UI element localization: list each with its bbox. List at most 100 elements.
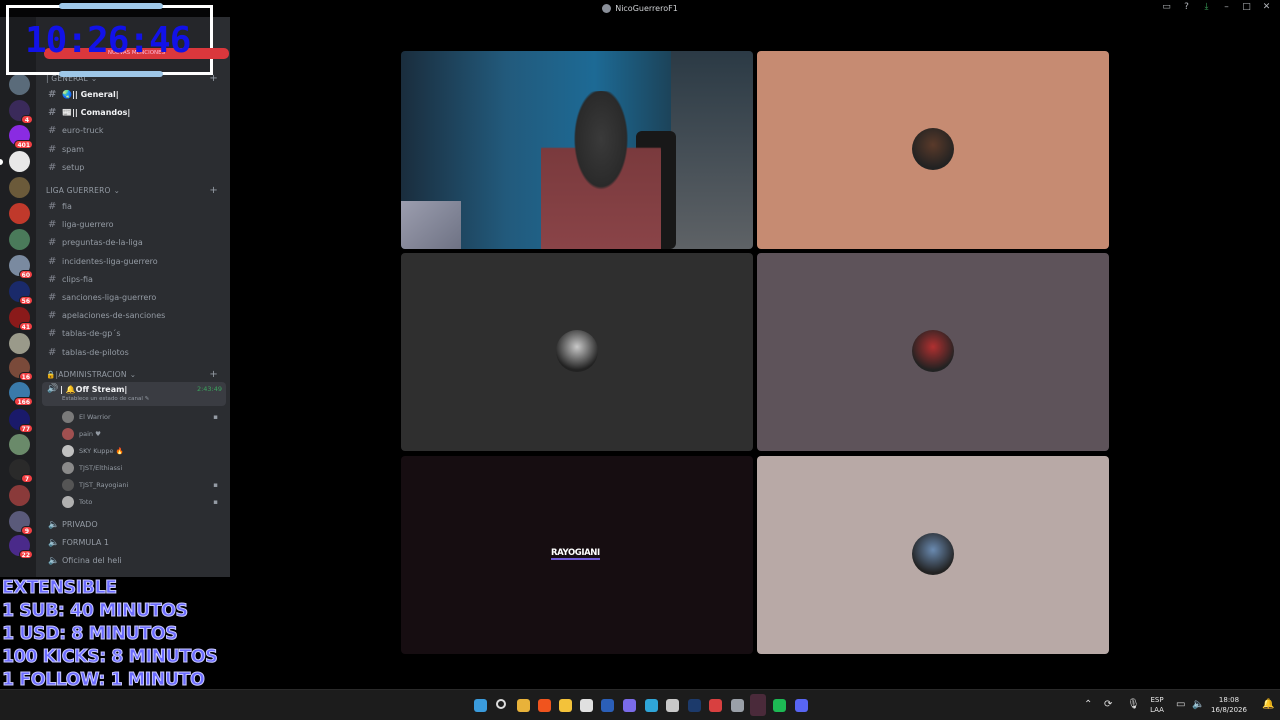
participant-avatar: [912, 330, 954, 372]
file-explorer-icon[interactable]: [559, 699, 572, 712]
voice-status-text: Establece un estado de canal: [62, 396, 143, 402]
category-admin[interactable]: 🔒 |ADMINISTRACION ⌄ +: [46, 369, 222, 380]
locked-speaker-icon: 🔈: [48, 537, 60, 548]
channel-name: sanciones-liga-guerrero: [62, 293, 157, 302]
participant-tile[interactable]: [757, 51, 1109, 249]
server-icon[interactable]: 4: [9, 100, 33, 124]
minimize-icon[interactable]: –: [1221, 2, 1232, 12]
voice-user[interactable]: SKY Kuppe 🔥: [62, 443, 222, 459]
server-icon[interactable]: 77: [9, 409, 33, 433]
voice-user[interactable]: Toto ▪: [62, 494, 222, 510]
mention-badge: 4: [21, 115, 33, 124]
edge-icon[interactable]: [645, 699, 658, 712]
copilot-icon[interactable]: [623, 699, 636, 712]
app-icon[interactable]: [580, 699, 593, 712]
text-channel[interactable]: # fia: [42, 198, 224, 215]
server-icon[interactable]: 7: [9, 459, 33, 483]
text-channel[interactable]: # sanciones-liga-guerrero: [42, 289, 224, 306]
discord-icon[interactable]: [795, 699, 808, 712]
inbox-icon[interactable]: ▭: [1161, 2, 1172, 12]
spotify-icon[interactable]: [773, 699, 786, 712]
add-channel-icon[interactable]: +: [209, 369, 218, 380]
server-icon[interactable]: 60: [9, 255, 33, 279]
participant-tile[interactable]: RAYOGIANI: [401, 456, 753, 654]
text-channel[interactable]: # apelaciones-de-sanciones: [42, 307, 224, 324]
text-channel[interactable]: # euro-truck: [42, 122, 224, 139]
text-channel[interactable]: # preguntas-de-la-liga: [42, 234, 224, 251]
help-icon[interactable]: ?: [1181, 2, 1192, 12]
clock-text: 10:26:46: [25, 20, 191, 61]
text-channel[interactable]: # tablas-de-gp´s: [42, 325, 224, 342]
text-channel[interactable]: # 🌏|| General|: [42, 86, 224, 103]
brave-icon[interactable]: [538, 699, 551, 712]
app2-icon[interactable]: [709, 699, 722, 712]
voice-status[interactable]: Establece un estado de canal ✎: [62, 396, 149, 402]
text-channel[interactable]: # incidentes-liga-guerrero: [42, 253, 224, 270]
camera-feed-keyboard: [401, 201, 461, 249]
text-channel[interactable]: # clips-fia: [42, 271, 224, 288]
avatar: [62, 479, 74, 491]
server-icon[interactable]: 166: [9, 382, 33, 406]
participant-tile[interactable]: [401, 253, 753, 451]
category-liga[interactable]: LIGA GUERRERO ⌄ +: [46, 185, 222, 196]
discord-active-icon[interactable]: [750, 694, 766, 716]
server-icon[interactable]: 401: [9, 125, 33, 149]
volume-icon[interactable]: 🔈: [1192, 699, 1204, 710]
server-icon[interactable]: [9, 74, 30, 95]
channel-name: tablas-de-pilotos: [62, 347, 129, 357]
participant-tile[interactable]: [757, 456, 1109, 654]
participant-tile[interactable]: [401, 51, 753, 249]
channel-name: liga-guerrero: [62, 220, 114, 230]
server-icon[interactable]: 41: [9, 307, 33, 331]
network-icon[interactable]: ▭: [1176, 699, 1185, 710]
search-icon[interactable]: [496, 699, 506, 709]
photoshop-icon[interactable]: [688, 699, 701, 712]
download-icon[interactable]: ⤓: [1201, 2, 1212, 12]
server-icon[interactable]: [9, 333, 30, 354]
voice-channel[interactable]: 🔈 PRIVADO: [42, 516, 224, 533]
server-icon[interactable]: [9, 229, 30, 250]
server-icon[interactable]: [9, 485, 30, 506]
chrome-icon[interactable]: [517, 699, 530, 712]
tray-chevron-icon[interactable]: ⌃: [1084, 699, 1092, 710]
voice-channel-off-stream[interactable]: 🔊 | 🔔Off Stream| 2:43:49 Establece un es…: [42, 382, 226, 406]
server-icon[interactable]: 9: [9, 511, 33, 535]
maximize-icon[interactable]: □: [1241, 2, 1252, 12]
windows-start-icon[interactable]: [474, 699, 487, 712]
avatar: [62, 411, 74, 423]
avatar: [62, 428, 74, 440]
participant-tile[interactable]: [757, 253, 1109, 451]
widget-icon[interactable]: [666, 699, 679, 712]
sync-icon[interactable]: ⟳: [1104, 699, 1112, 710]
server-icon[interactable]: 56: [9, 281, 33, 305]
notification-icon[interactable]: 🔔: [1262, 699, 1274, 710]
server-icon[interactable]: [0, 151, 30, 172]
voice-user[interactable]: El Warrior ▪: [62, 409, 222, 425]
close-icon[interactable]: ✕: [1261, 2, 1272, 12]
category-admin-label: |ADMINISTRACION: [55, 370, 127, 379]
voice-user[interactable]: pain ♥: [62, 426, 222, 442]
text-channel[interactable]: # 📰|| Comandos|: [42, 104, 224, 121]
text-channel[interactable]: # liga-guerrero: [42, 216, 224, 233]
server-icon[interactable]: [9, 177, 30, 198]
add-channel-icon[interactable]: +: [209, 185, 218, 196]
voice-user[interactable]: TJST/Elthiassi: [62, 460, 222, 476]
text-channel[interactable]: # setup: [42, 159, 224, 176]
language-indicator[interactable]: ESP LAA: [1148, 695, 1166, 715]
voice-channel[interactable]: 🔈 FORMULA 1: [42, 534, 224, 551]
voice-user[interactable]: TJST_Rayogiani ▪: [62, 477, 222, 493]
tray-time: 18:08: [1218, 696, 1240, 704]
server-icon[interactable]: 22: [9, 535, 33, 559]
server-icon[interactable]: [9, 203, 30, 224]
word-icon[interactable]: [601, 699, 614, 712]
voice-channel[interactable]: 🔈 Oficina del heli: [42, 552, 224, 569]
text-channel[interactable]: # spam: [42, 141, 224, 158]
steam-icon[interactable]: [731, 699, 744, 712]
microphone-icon[interactable]: 🎙: [1127, 699, 1140, 710]
clock-tray[interactable]: 18:08 16/8/2026: [1206, 695, 1252, 715]
server-icon[interactable]: 16: [9, 357, 33, 381]
text-channel[interactable]: # tablas-de-pilotos: [42, 344, 224, 361]
language-bottom: LAA: [1150, 706, 1164, 714]
hash-icon: #: [48, 273, 57, 285]
server-icon[interactable]: [9, 434, 30, 455]
